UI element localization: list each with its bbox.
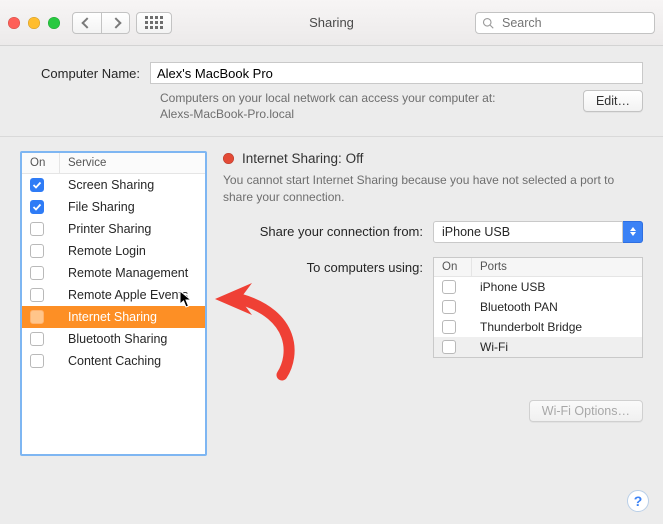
show-all-button[interactable] <box>136 12 172 34</box>
status-row: Internet Sharing: Off <box>223 151 643 166</box>
service-label: Remote Management <box>68 266 188 280</box>
service-row[interactable]: Remote Apple Events <box>22 284 205 306</box>
service-label: Internet Sharing <box>68 310 157 324</box>
ports-header-ports[interactable]: Ports <box>472 258 642 276</box>
ports-header-on[interactable]: On <box>434 258 472 276</box>
chevron-right-icon <box>110 17 121 28</box>
search-icon <box>482 17 494 29</box>
zoom-icon[interactable] <box>48 17 60 29</box>
traffic-lights <box>8 17 60 29</box>
chevron-left-icon <box>81 17 92 28</box>
service-checkbox[interactable] <box>30 244 44 258</box>
port-label: Bluetooth PAN <box>480 300 558 314</box>
port-checkbox[interactable] <box>442 280 456 294</box>
port-checkbox[interactable] <box>442 300 456 314</box>
titlebar: Sharing <box>0 0 663 46</box>
computer-name-hint: Computers on your local network can acce… <box>160 90 573 122</box>
forward-button[interactable] <box>101 13 129 33</box>
share-from-label: Share your connection from: <box>223 221 423 239</box>
service-label: Bluetooth Sharing <box>68 332 167 346</box>
detail-panel: Internet Sharing: Off You cannot start I… <box>223 151 643 512</box>
service-row[interactable]: Content Caching <box>22 350 205 372</box>
help-icon: ? <box>634 493 643 509</box>
service-row[interactable]: File Sharing <box>22 196 205 218</box>
computer-name-input[interactable] <box>150 62 643 84</box>
service-label: File Sharing <box>68 200 135 214</box>
to-computers-label: To computers using: <box>223 257 423 275</box>
service-row[interactable]: Remote Management <box>22 262 205 284</box>
service-label: Screen Sharing <box>68 178 154 192</box>
select-stepper-icon[interactable] <box>623 221 643 243</box>
service-checkbox[interactable] <box>30 288 44 302</box>
minimize-icon[interactable] <box>28 17 40 29</box>
service-checkbox[interactable] <box>30 222 44 236</box>
port-label: Thunderbolt Bridge <box>480 320 582 334</box>
grid-icon <box>145 16 163 29</box>
service-label: Content Caching <box>68 354 161 368</box>
port-label: iPhone USB <box>480 280 545 294</box>
port-row[interactable]: Thunderbolt Bridge <box>434 317 642 337</box>
service-label: Remote Apple Events <box>68 288 188 302</box>
port-row[interactable]: iPhone USB <box>434 277 642 297</box>
services-header-service[interactable]: Service <box>60 153 205 173</box>
back-button[interactable] <box>73 13 101 33</box>
services-list[interactable]: On Service Screen Sharing File Sharing Pri… <box>20 151 207 456</box>
service-label: Remote Login <box>68 244 146 258</box>
computer-name-label: Computer Name: <box>20 66 140 81</box>
status-title: Internet Sharing: Off <box>242 151 363 166</box>
ports-list[interactable]: On Ports iPhone USB Bluetooth PAN Thunderb… <box>433 257 643 358</box>
service-row[interactable]: Remote Login <box>22 240 205 262</box>
status-message: You cannot start Internet Sharing becaus… <box>223 172 643 204</box>
computer-name-section: Computer Name: Computers on your local n… <box>0 46 663 137</box>
services-header: On Service <box>22 153 205 174</box>
search-input[interactable] <box>500 15 648 31</box>
service-label: Printer Sharing <box>68 222 151 236</box>
service-row[interactable]: Screen Sharing <box>22 174 205 196</box>
service-checkbox[interactable] <box>30 310 44 324</box>
edit-button[interactable]: Edit… <box>583 90 643 112</box>
services-header-on[interactable]: On <box>22 153 60 173</box>
port-label: Wi-Fi <box>480 340 508 354</box>
nav-back-forward <box>72 12 130 34</box>
service-checkbox[interactable] <box>30 178 44 192</box>
close-icon[interactable] <box>8 17 20 29</box>
share-from-value: iPhone USB <box>433 221 623 243</box>
port-row[interactable]: Wi-Fi <box>434 337 642 357</box>
search-field[interactable] <box>475 12 655 34</box>
port-checkbox[interactable] <box>442 320 456 334</box>
service-checkbox[interactable] <box>30 200 44 214</box>
wifi-options-button: Wi-Fi Options… <box>529 400 643 422</box>
port-row[interactable]: Bluetooth PAN <box>434 297 642 317</box>
service-row[interactable]: Printer Sharing <box>22 218 205 240</box>
service-checkbox[interactable] <box>30 266 44 280</box>
status-dot-icon <box>223 153 234 164</box>
service-checkbox[interactable] <box>30 332 44 346</box>
help-button[interactable]: ? <box>627 490 649 512</box>
share-from-select[interactable]: iPhone USB <box>433 221 643 243</box>
service-row[interactable]: Internet Sharing <box>22 306 205 328</box>
ports-header: On Ports <box>434 258 642 277</box>
service-row[interactable]: Bluetooth Sharing <box>22 328 205 350</box>
service-checkbox[interactable] <box>30 354 44 368</box>
main-content: On Service Screen Sharing File Sharing Pri… <box>0 137 663 524</box>
port-checkbox[interactable] <box>442 340 456 354</box>
